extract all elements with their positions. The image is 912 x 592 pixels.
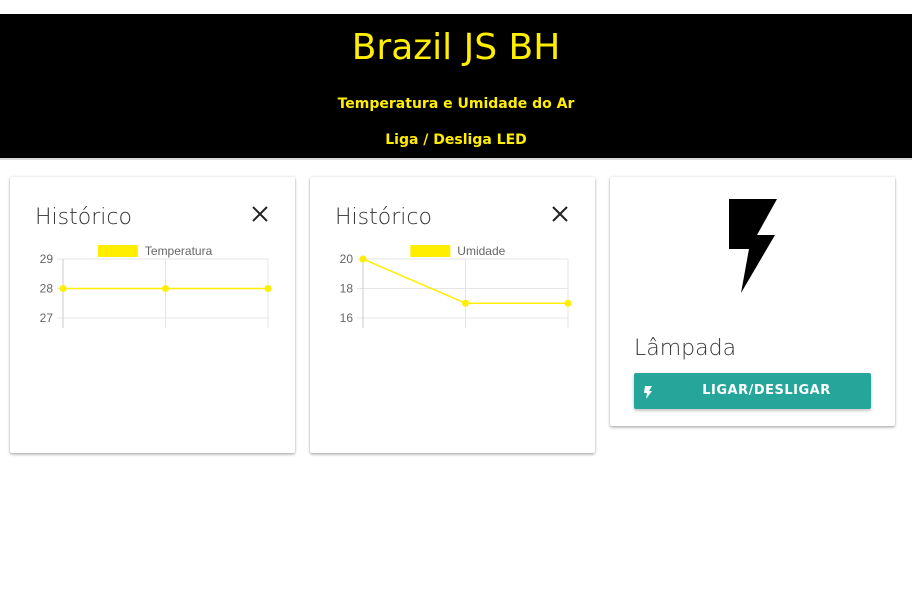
data-point — [359, 255, 367, 263]
legend-swatch — [410, 245, 451, 257]
y-tick-label: 20 — [340, 252, 354, 266]
humidity-chart: Umidade 20 18 16 — [340, 244, 572, 328]
card-title: Histórico — [35, 205, 132, 230]
data-point — [462, 299, 469, 307]
lamp-title: Lâmpada — [634, 336, 737, 361]
close-icon[interactable] — [248, 202, 272, 226]
data-point — [264, 285, 272, 292]
temperature-history-card: Histórico Temperatura 29 28 27 — [10, 177, 295, 453]
data-point — [564, 299, 572, 307]
y-tick-label: 29 — [40, 252, 54, 266]
y-tick-label: 16 — [340, 311, 354, 325]
nav-temperature-humidity[interactable]: Temperatura e Umidade do Ar — [0, 94, 912, 114]
y-tick-label: 18 — [340, 282, 354, 296]
data-point — [162, 285, 169, 292]
toggle-lamp-button[interactable]: LIGAR/DESLIGAR — [634, 373, 871, 409]
y-tick-label: 27 — [40, 311, 54, 325]
app-title: Brazil JS BH — [351, 27, 561, 68]
lightning-bolt-icon — [727, 199, 777, 297]
app-header: Brazil JS BH Temperatura e Umidade do Ar… — [0, 14, 912, 160]
nav-led-toggle[interactable]: Liga / Desliga LED — [0, 130, 912, 150]
data-point — [59, 285, 67, 292]
close-icon[interactable] — [548, 202, 572, 226]
legend-label: Temperatura — [145, 244, 213, 258]
legend-label: Umidade — [457, 244, 505, 258]
humidity-history-card: Histórico Umidade 20 18 16 — [310, 177, 595, 453]
toggle-lamp-label: LIGAR/DESLIGAR — [702, 383, 831, 398]
legend-swatch — [97, 245, 138, 257]
card-title: Histórico — [335, 205, 432, 230]
lamp-card: Lâmpada LIGAR/DESLIGAR — [610, 177, 895, 426]
y-tick-label: 28 — [40, 282, 54, 296]
temperature-chart: Temperatura 29 28 27 — [40, 244, 272, 328]
